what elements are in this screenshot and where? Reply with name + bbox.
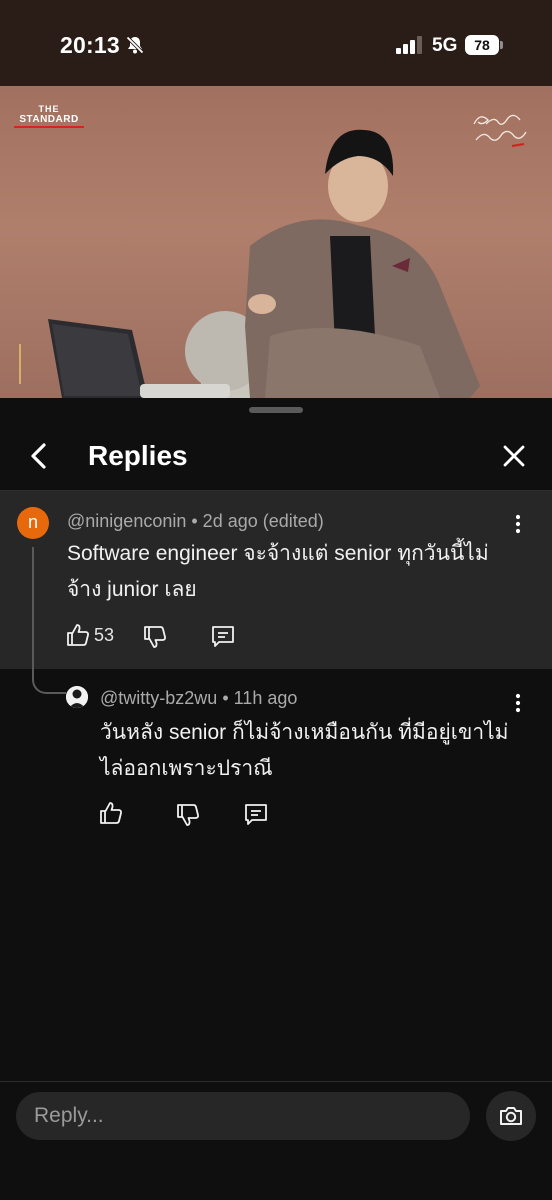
avatar[interactable] bbox=[66, 686, 88, 708]
thumb-down-icon[interactable] bbox=[175, 802, 201, 828]
comment-time: • 2d ago (edited) bbox=[191, 511, 324, 531]
comment-icon[interactable] bbox=[210, 623, 236, 649]
battery-icon: 78 bbox=[465, 35, 503, 55]
footer-divider bbox=[0, 1081, 552, 1082]
more-vert-icon[interactable] bbox=[506, 691, 530, 715]
thumb-up-icon[interactable] bbox=[65, 622, 91, 648]
comment-text: วันหลัง senior ก็ไม่จ้างเหมือนกัน ที่มีอ… bbox=[100, 721, 509, 780]
close-icon[interactable] bbox=[494, 436, 534, 476]
comment-meta: @twitty-bz2wu • 11h ago bbox=[100, 688, 297, 709]
thread-connector bbox=[32, 668, 66, 694]
camera-button[interactable] bbox=[486, 1091, 536, 1141]
video-player[interactable]: THE STANDARD bbox=[0, 86, 552, 398]
comment-author[interactable]: @ninigenconin bbox=[67, 511, 186, 531]
like-count: 53 bbox=[94, 625, 115, 645]
show-logo-script bbox=[473, 114, 527, 147]
comment-author[interactable]: @twitty-bz2wu bbox=[100, 688, 217, 708]
back-arrow-icon[interactable] bbox=[20, 436, 60, 476]
status-time: 20:13 bbox=[60, 32, 120, 58]
status-bar: 20:13 5G 78 bbox=[0, 0, 552, 86]
comment-meta: @ninigenconin • 2d ago (edited) bbox=[67, 511, 324, 532]
camera-icon bbox=[500, 1107, 522, 1125]
bell-off-icon bbox=[125, 35, 145, 55]
panel-title: Replies bbox=[88, 440, 188, 471]
signal-icon bbox=[396, 36, 422, 54]
avatar[interactable]: n bbox=[17, 507, 49, 539]
network-type: 5G bbox=[432, 35, 458, 56]
comment-text: Software engineer จะจ้างแต่ senior ทุกวั… bbox=[67, 542, 489, 601]
comment-icon[interactable] bbox=[243, 801, 269, 827]
reply-input[interactable] bbox=[16, 1092, 470, 1140]
thumb-up-icon[interactable] bbox=[98, 800, 124, 826]
replies-sheet: Replies n @ninigenconin • 2d ago (edited… bbox=[0, 398, 552, 1200]
drag-handle[interactable] bbox=[249, 407, 303, 413]
thread-line bbox=[32, 547, 34, 668]
more-vert-icon[interactable] bbox=[506, 512, 530, 536]
battery-level: 78 bbox=[465, 35, 499, 55]
thumb-down-icon[interactable] bbox=[142, 624, 168, 650]
comment-time: • 11h ago bbox=[222, 688, 298, 708]
parent-comment: n @ninigenconin • 2d ago (edited) Softwa… bbox=[0, 491, 552, 669]
channel-logo: THE STANDARD bbox=[14, 104, 84, 128]
